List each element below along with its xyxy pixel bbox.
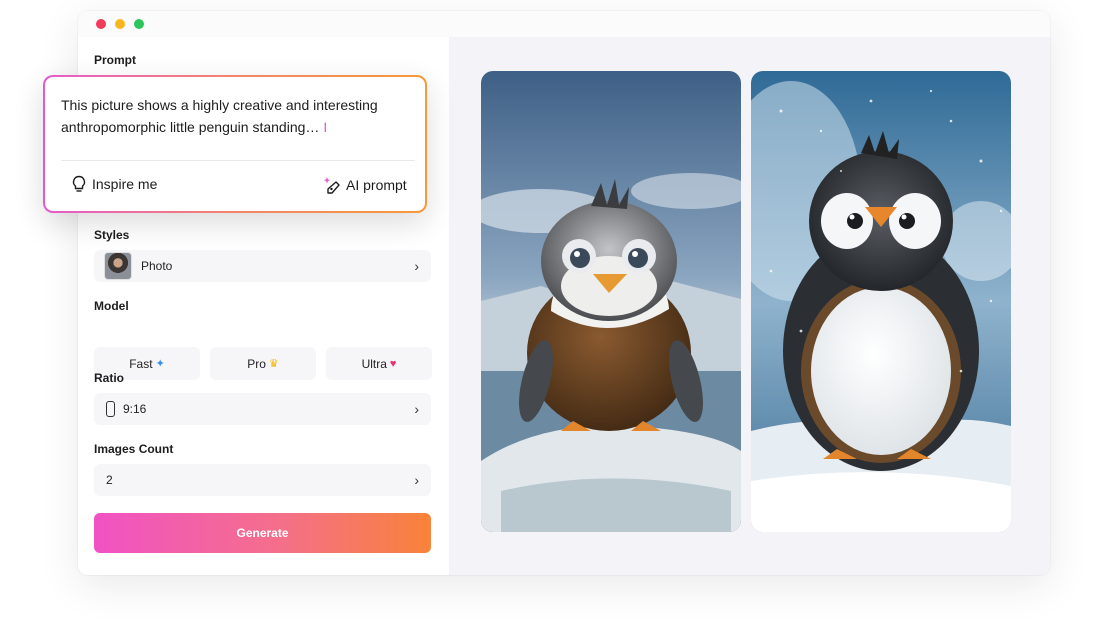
- chevron-right-icon: ›: [414, 258, 419, 274]
- images-count-select[interactable]: 2 ›: [94, 464, 431, 496]
- model-pro-label: Pro: [247, 356, 266, 371]
- ratio-value: 9:16: [123, 402, 147, 416]
- magic-pen-icon: [323, 177, 340, 194]
- images-count-label: Images Count: [94, 442, 174, 456]
- inspire-me-label: Inspire me: [92, 176, 158, 192]
- results-panel: [449, 37, 1050, 575]
- model-label: Model: [94, 299, 129, 313]
- ratio-select[interactable]: 9:16 ›: [94, 393, 431, 425]
- model-ultra-button[interactable]: Ultra ♥: [326, 347, 432, 380]
- generated-image-1[interactable]: [481, 71, 741, 532]
- generate-button[interactable]: Generate: [94, 513, 431, 553]
- prompt-card[interactable]: This picture shows a highly creative and…: [43, 75, 427, 213]
- ai-prompt-label: AI prompt: [346, 177, 407, 193]
- ai-prompt-button[interactable]: AI prompt: [323, 175, 407, 195]
- generated-image-2[interactable]: [751, 71, 1011, 532]
- style-value: Photo: [141, 259, 173, 273]
- style-thumbnail: [104, 252, 132, 280]
- close-window-button[interactable]: [96, 19, 106, 29]
- inspire-me-button[interactable]: Inspire me: [71, 175, 157, 193]
- ratio-label: Ratio: [94, 371, 124, 385]
- model-pro-button[interactable]: Pro ♛: [210, 347, 316, 380]
- model-ultra-label: Ultra: [361, 356, 387, 371]
- prompt-label: Prompt: [94, 53, 136, 67]
- prompt-text: This picture shows a highly creative and…: [61, 97, 378, 135]
- images-count-value: 2: [106, 473, 113, 487]
- text-cursor-icon: I: [323, 119, 328, 135]
- maximize-window-button[interactable]: [134, 19, 144, 29]
- heart-icon: ♥: [389, 357, 397, 370]
- prompt-divider: [61, 160, 415, 161]
- crown-icon: ♛: [268, 358, 279, 370]
- title-bar: [78, 11, 1050, 37]
- style-select[interactable]: Photo ›: [94, 250, 431, 282]
- minimize-window-button[interactable]: [115, 19, 125, 29]
- puzzle-icon: ✦: [155, 358, 165, 370]
- portrait-ratio-icon: [106, 401, 115, 417]
- chevron-right-icon: ›: [414, 472, 419, 488]
- chevron-right-icon: ›: [414, 401, 419, 417]
- model-fast-label: Fast: [129, 356, 153, 371]
- styles-label: Styles: [94, 228, 130, 242]
- prompt-input[interactable]: This picture shows a highly creative and…: [61, 94, 411, 138]
- lightbulb-icon: [72, 175, 86, 192]
